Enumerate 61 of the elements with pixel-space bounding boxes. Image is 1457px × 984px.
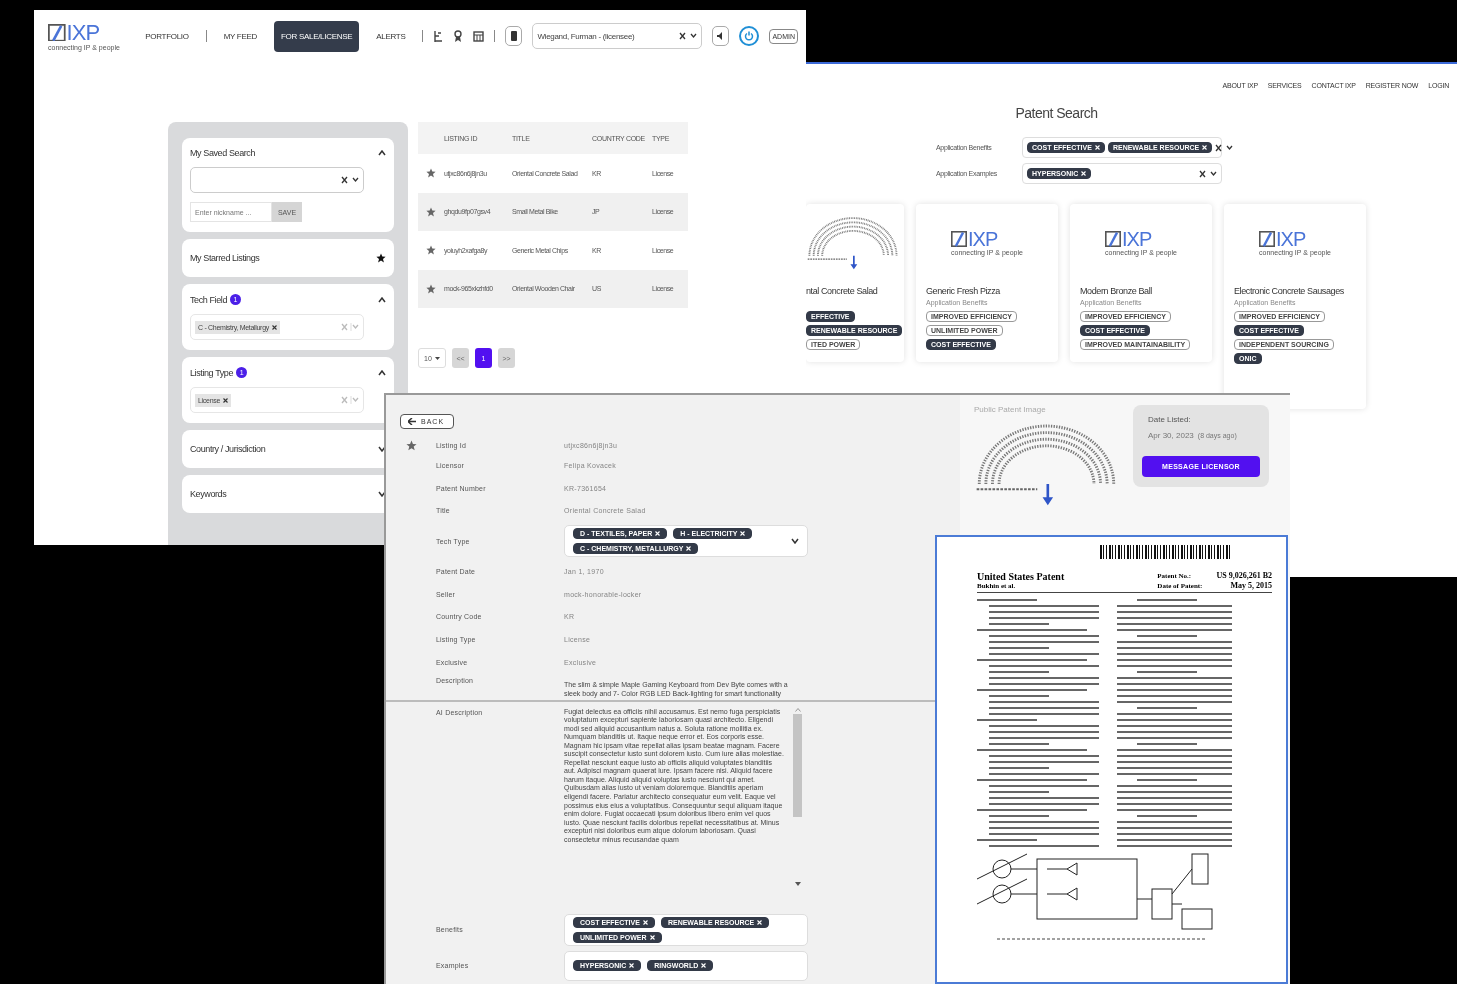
filter-card[interactable]: My Starred Listings [182,239,394,277]
chevron-up-icon[interactable] [378,150,386,156]
filter-title: My Starred Listings [190,253,260,263]
logo-icon [951,230,968,247]
phone-icon [510,31,517,41]
nav-tab[interactable]: MY FEED [216,20,264,52]
chevron-down-icon[interactable] [791,538,799,545]
scrollbar[interactable] [793,707,802,886]
star-icon [376,253,386,263]
filter-title: Tech Field [190,294,228,305]
speaker-icon [716,32,725,40]
star-icon[interactable] [426,245,436,256]
clear-dropdown-icon[interactable] [1215,143,1234,152]
arrow-left-icon [408,418,416,425]
card-title: Electronic Concrete Sausages [1234,286,1345,296]
logo-text: IXP [1276,228,1306,249]
chevron-up-icon[interactable] [378,369,386,376]
page-title: Patent Search [1014,105,1099,121]
sound-button[interactable] [712,26,730,46]
logo-icon [48,23,66,42]
chevron-up-icon[interactable] [378,296,386,303]
nav-tab[interactable]: FOR SALE/LICENSE [274,20,360,52]
filter-title: Listing Type [190,367,234,378]
card-title: ntal Concrete Salad [806,286,879,296]
clear-dropdown-icon[interactable] [1199,169,1217,178]
logo-text: IXP [1122,228,1152,249]
close-icon[interactable] [223,397,229,403]
logo-icon [1105,230,1122,247]
barcode-icon [1100,545,1232,561]
star-icon[interactable] [405,440,417,451]
filter-title: Keywords [190,489,227,499]
document-title: United States Patent [977,571,1065,582]
scroll-down-icon[interactable] [794,881,801,886]
star-icon[interactable] [426,283,436,294]
patent-date: May 5, 2015 [1229,580,1272,590]
caret-down-icon [434,356,440,360]
clear-dropdown-icon[interactable] [341,176,359,184]
close-icon[interactable] [271,324,277,330]
star-icon[interactable] [426,206,436,217]
user-select[interactable]: Wiegand, Furman - (licensee) [532,23,703,49]
nav-tab[interactable]: PORTFOLIO [138,20,196,52]
filter-title: Country / Jurisdiction [190,444,266,454]
logo-icon [1259,230,1276,247]
logo-text: IXP [968,228,998,249]
power-icon [744,31,755,41]
star-icon[interactable] [426,168,436,179]
filter-title: My Saved Search [190,148,256,158]
card-title: Modern Bronze Ball [1080,286,1153,296]
calendar-icon[interactable] [473,30,485,42]
logo-text: IXP [66,21,100,44]
clear-dropdown-icon[interactable] [679,32,698,40]
card-title: Generic Fresh Pizza [926,286,1001,296]
nav-tab[interactable]: ALERTS [369,20,413,52]
date-value: Apr 30, 2023 [1148,431,1194,440]
date-label: Date Listed: [1148,415,1192,424]
phone-button[interactable] [505,26,523,46]
award-icon[interactable] [453,29,464,43]
patent-number: US 9,026,261 B2 [1216,571,1272,580]
user-select-value: Wiegand, Furman - (licensee) [537,31,635,41]
power-button[interactable] [739,26,760,46]
image-label: Public Patent Image [974,405,1047,414]
